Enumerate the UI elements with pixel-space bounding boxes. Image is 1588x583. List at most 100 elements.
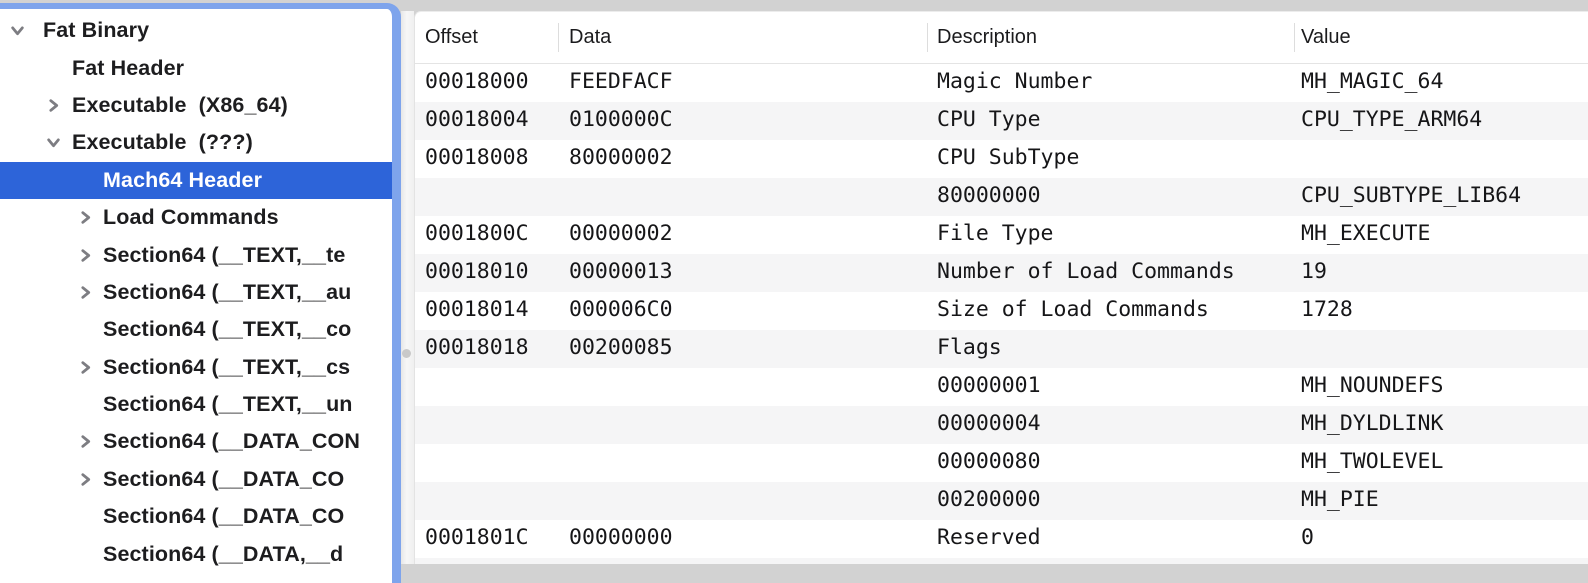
table-row[interactable]: 0001800C 00000002 File Type MH_EXECUTE: [415, 216, 1588, 254]
tree-item-executable-x86-64[interactable]: Executable (X86_64): [0, 87, 392, 124]
table-row[interactable]: 00018010 00000013 Number of Load Commands 1…: [415, 254, 1588, 292]
cell-description: File Type: [937, 221, 1054, 246]
tree-item-label: Fat Header: [72, 56, 184, 81]
table-row[interactable]: 00018000FEEDFACFMagic NumberMH_MAGIC_64: [415, 64, 1588, 102]
tree-item-label: Section64 (__DATA,__d: [103, 542, 343, 567]
cell-value: 1728: [1301, 297, 1353, 322]
cell-description: CPU SubType: [937, 145, 1079, 170]
cell-value: 19: [1301, 259, 1327, 284]
tree-item-label: Mach64 Header: [103, 168, 262, 193]
tree-item-section64-data-d[interactable]: Section64 (__DATA,__d: [0, 535, 392, 572]
cell-value: MH_MAGIC_64: [1301, 69, 1443, 94]
table-header-row: Offset Data Description Value: [415, 12, 1588, 64]
chevron-right-icon[interactable]: [74, 430, 96, 454]
cell-value: 0: [1301, 525, 1314, 550]
cell-offset: 00018018: [425, 335, 529, 360]
column-separator[interactable]: [558, 23, 559, 52]
table-row[interactable]: 0001801800200085Flags: [415, 330, 1588, 368]
tree-item-label: Section64 (__DATA_CO: [103, 504, 344, 529]
header-fields-table: Offset Data Description Value 00018000FE…: [414, 11, 1588, 564]
table-row[interactable]: 80000000CPU_SUBTYPE_LIB64: [415, 178, 1588, 216]
column-header-description[interactable]: Description: [937, 12, 1037, 63]
sidebar-tree-pane: Fat Binary Fat Header Executable (X86_64) E…: [0, 3, 401, 583]
cell-offset: 0001800C: [425, 221, 529, 246]
cell-value: MH_TWOLEVEL: [1301, 449, 1443, 474]
chevron-right-icon[interactable]: [74, 243, 96, 267]
tree-item-section64-data-co[interactable]: Section64 (__DATA_CO: [0, 461, 392, 498]
column-header-value[interactable]: Value: [1301, 12, 1351, 63]
cell-data: FEEDFACF: [569, 69, 673, 94]
table-row[interactable]: 00000001 MH_NOUNDEFS: [415, 368, 1588, 406]
cell-description: 00000004: [937, 411, 1041, 436]
splitter-handle-dot[interactable]: [402, 349, 411, 358]
tree-item-section64-text-cs[interactable]: Section64 (__TEXT,__cs: [0, 349, 392, 386]
cell-description: CPU Type: [937, 107, 1041, 132]
tree-item-section64-text-co[interactable]: Section64 (__TEXT,__co: [0, 311, 392, 348]
chevron-right-icon[interactable]: [74, 280, 96, 304]
cell-data: 80000002: [569, 145, 673, 170]
tree-item-fat-header[interactable]: Fat Header: [0, 49, 392, 86]
table-body: 00018000FEEDFACFMagic NumberMH_MAGIC_64 0…: [415, 64, 1588, 564]
tree-item-fat-binary[interactable]: Fat Binary: [0, 12, 392, 49]
table-row[interactable]: 0001801C00000000Reserved0: [415, 520, 1588, 558]
cell-description: 00000001: [937, 373, 1041, 398]
chevron-down-icon[interactable]: [42, 131, 64, 155]
table-row[interactable]: 00000004 MH_DYLDLINK: [415, 406, 1588, 444]
table-row[interactable]: 00200000MH_PIE: [415, 482, 1588, 520]
tree-item-label: Section64 (__TEXT,__au: [103, 280, 351, 305]
tree-item-label: Section64 (__TEXT,__co: [103, 317, 351, 342]
column-header-offset[interactable]: Offset: [425, 12, 478, 63]
chevron-spacer: [74, 393, 96, 417]
chevron-spacer: [42, 56, 64, 80]
table-row[interactable]: 00018008 80000002 CPU SubType: [415, 140, 1588, 178]
tree-item-section64-text-te[interactable]: Section64 (__TEXT,__te: [0, 236, 392, 273]
chevron-right-icon[interactable]: [74, 467, 96, 491]
cell-value: MH_DYLDLINK: [1301, 411, 1443, 436]
tree-item-label: Load Commands: [103, 205, 279, 230]
cell-value: CPU_SUBTYPE_LIB64: [1301, 183, 1521, 208]
cell-offset: 00018008: [425, 145, 529, 170]
cell-data: 00200085: [569, 335, 673, 360]
chevron-spacer: [74, 542, 96, 566]
cell-offset: 00018010: [425, 259, 529, 284]
cell-description: Number of Load Commands: [937, 259, 1235, 284]
cell-data: 00000000: [569, 525, 673, 550]
tree-item-section64-text-un[interactable]: Section64 (__TEXT,__un: [0, 386, 392, 423]
tree-item-section64-data-con[interactable]: Section64 (__DATA_CON: [0, 423, 392, 460]
tree-item-executable[interactable]: Executable (???): [0, 124, 392, 161]
cell-value: CPU_TYPE_ARM64: [1301, 107, 1482, 132]
cell-description: Size of Load Commands: [937, 297, 1209, 322]
tree-item-section64-data-co[interactable]: Section64 (__DATA_CO: [0, 498, 392, 535]
tree-item-load-commands[interactable]: Load Commands: [0, 199, 392, 236]
chevron-down-icon[interactable]: [6, 19, 28, 43]
cell-offset: 00018014: [425, 297, 529, 322]
column-header-data[interactable]: Data: [569, 12, 611, 63]
tree-item-label: Section64 (__TEXT,__cs: [103, 355, 350, 380]
cell-offset: 00018004: [425, 107, 529, 132]
tree-item-label: Section64 (__DATA_CON: [103, 429, 360, 454]
chevron-right-icon[interactable]: [74, 355, 96, 379]
chevron-spacer: [74, 318, 96, 342]
table-row[interactable]: 000180040100000CCPU TypeCPU_TYPE_ARM64: [415, 102, 1588, 140]
column-separator[interactable]: [1294, 23, 1295, 52]
cell-data: 000006C0: [569, 297, 673, 322]
cell-value: MH_EXECUTE: [1301, 221, 1430, 246]
cell-value: MH_NOUNDEFS: [1301, 373, 1443, 398]
tree-item-mach64-header[interactable]: Mach64 Header: [0, 162, 392, 199]
cell-description: Reserved: [937, 525, 1041, 550]
table-row[interactable]: 00018014 000006C0 Size of Load Commands 172…: [415, 292, 1588, 330]
table-row[interactable]: 00000080 MH_TWOLEVEL: [415, 444, 1588, 482]
cell-data: 00000002: [569, 221, 673, 246]
pane-splitter[interactable]: [401, 11, 414, 564]
chevron-right-icon[interactable]: [42, 93, 64, 117]
column-separator[interactable]: [927, 23, 928, 52]
chevron-right-icon[interactable]: [74, 206, 96, 230]
cell-data: 00000013: [569, 259, 673, 284]
cell-value: MH_PIE: [1301, 487, 1379, 512]
tree-item-section64-text-au[interactable]: Section64 (__TEXT,__au: [0, 274, 392, 311]
cell-description: 00000080: [937, 449, 1041, 474]
tree-item-label: Executable (???): [72, 130, 253, 155]
binary-structure-tree: Fat Binary Fat Header Executable (X86_64) E…: [0, 9, 392, 573]
chevron-spacer: [74, 168, 96, 192]
table-row-partial[interactable]: [415, 558, 1588, 564]
